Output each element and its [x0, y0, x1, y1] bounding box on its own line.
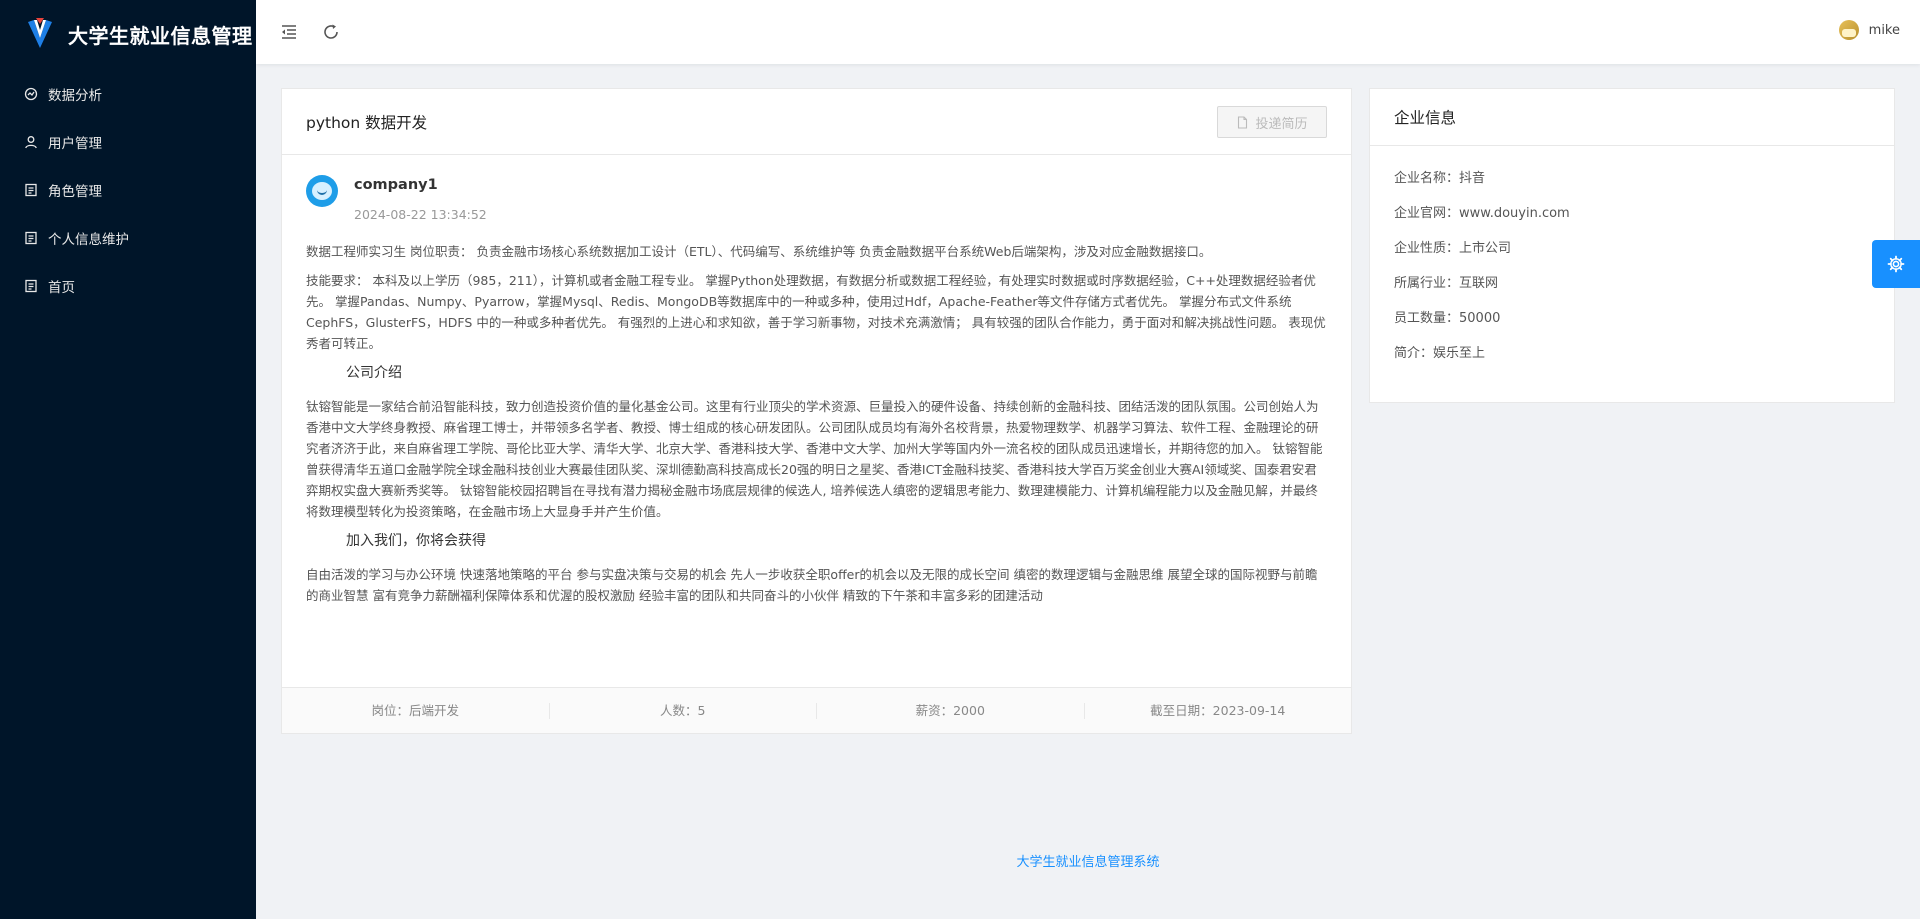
menu-fold-button[interactable] [278, 21, 300, 43]
benefits-heading: 加入我们，你将会获得 [346, 533, 486, 549]
sidebar-item-profile[interactable]: 个人信息维护 [0, 214, 256, 262]
company-intro-text: 钛镕智能是一家结合前沿智能科技，致力创造投资价值的量化基金公司。这里有行业顶尖的… [306, 399, 1323, 519]
company-field-type: 企业性质：上市公司 [1394, 241, 1512, 256]
sidebar: 大学生就业信息管理 数据分析 用户管理 角色管理 个人信息维护 首页 [0, 0, 256, 919]
gear-icon [1887, 255, 1905, 273]
user-avatar [1838, 20, 1859, 40]
settings-button[interactable] [1872, 240, 1920, 288]
sidebar-item-home[interactable]: 首页 [0, 262, 256, 310]
sidebar-item-label: 用户管理 [48, 136, 102, 152]
job-position: 岗位：后端开发 [282, 702, 550, 719]
job-responsibilities: 数据工程师实习生 岗位职责： 负责金融市场核心系统数据加工设计（ETL）、代码编… [306, 244, 1212, 259]
top-header: mike [256, 0, 1920, 64]
document-icon [24, 279, 38, 293]
sidebar-item-role-management[interactable]: 角色管理 [0, 166, 256, 214]
file-icon [1238, 115, 1248, 129]
company-intro-heading: 公司介绍 [346, 365, 402, 381]
company-avatar [306, 175, 338, 207]
job-title: python 数据开发 [306, 113, 428, 132]
user-menu[interactable]: mike [1838, 20, 1900, 40]
apply-resume-button[interactable]: 投递简历 [1217, 106, 1327, 138]
brand[interactable]: 大学生就业信息管理 [0, 0, 256, 68]
document-icon [24, 231, 38, 245]
job-description: 数据工程师实习生 岗位职责： 负责金融市场核心系统数据加工设计（ETL）、代码编… [306, 241, 1327, 606]
company-info-title: 企业信息 [1370, 89, 1894, 146]
company-info-card: 企业信息 企业名称：抖音 企业官网：www.douyin.com 企业性质：上市… [1369, 88, 1895, 403]
job-card-body: company1 2024-08-22 13:34:52 数据工程师实习生 岗位… [282, 155, 1351, 606]
document-icon [24, 183, 38, 197]
company-field-employees: 员工数量：50000 [1394, 311, 1501, 326]
company-meta: company1 2024-08-22 13:34:52 [306, 173, 1327, 241]
job-deadline: 截至日期：2023-09-14 [1150, 702, 1286, 718]
company-field-name: 企业名称：抖音 [1394, 171, 1486, 186]
publish-time: 2024-08-22 13:34:52 [354, 207, 487, 222]
sidebar-menu: 数据分析 用户管理 角色管理 个人信息维护 首页 [0, 70, 256, 310]
job-salary: 薪资：2000 [817, 702, 1085, 719]
menu-fold-icon [282, 25, 296, 39]
job-headcount: 人数：5 [550, 702, 817, 719]
app-title: 大学生就业信息管理 [68, 23, 253, 48]
user-icon [24, 135, 38, 149]
page-footer[interactable]: 大学生就业信息管理系统 [256, 851, 1920, 870]
apply-resume-label: 投递简历 [1255, 116, 1308, 132]
chart-icon [24, 87, 38, 101]
sidebar-item-label: 个人信息维护 [48, 232, 129, 248]
sidebar-item-label: 数据分析 [48, 88, 102, 104]
benefits-text: 自由活泼的学习与办公环境 快速落地策略的平台 参与实盘决策与交易的机会 先人一步… [306, 567, 1318, 603]
sidebar-item-user-management[interactable]: 用户管理 [0, 118, 256, 166]
sidebar-item-label: 角色管理 [48, 184, 102, 200]
sidebar-item-label: 首页 [48, 280, 75, 296]
logo-icon [28, 18, 52, 48]
refresh-button[interactable] [320, 21, 342, 43]
company-field-website: 企业官网：www.douyin.com [1394, 206, 1570, 221]
job-card-footer: 岗位：后端开发 人数：5 薪资：2000 截至日期：2023-09-14 [282, 687, 1351, 733]
sidebar-item-data-analysis[interactable]: 数据分析 [0, 70, 256, 118]
company-field-industry: 所属行业：互联网 [1394, 276, 1499, 291]
job-detail-card: python 数据开发 投递简历 company1 2024-08-22 13:… [281, 88, 1352, 734]
refresh-icon [324, 24, 338, 39]
company-field-intro: 简介：娱乐至上 [1394, 346, 1486, 361]
company-info-list: 企业名称：抖音 企业官网：www.douyin.com 企业性质：上市公司 所属… [1370, 146, 1894, 380]
company-name: company1 [354, 177, 438, 193]
username: mike [1868, 22, 1900, 38]
job-card-header: python 数据开发 投递简历 [282, 89, 1351, 155]
job-requirements: 技能要求： 本科及以上学历（985，211），计算机或者金融工程专业。 掌握Py… [306, 273, 1326, 351]
